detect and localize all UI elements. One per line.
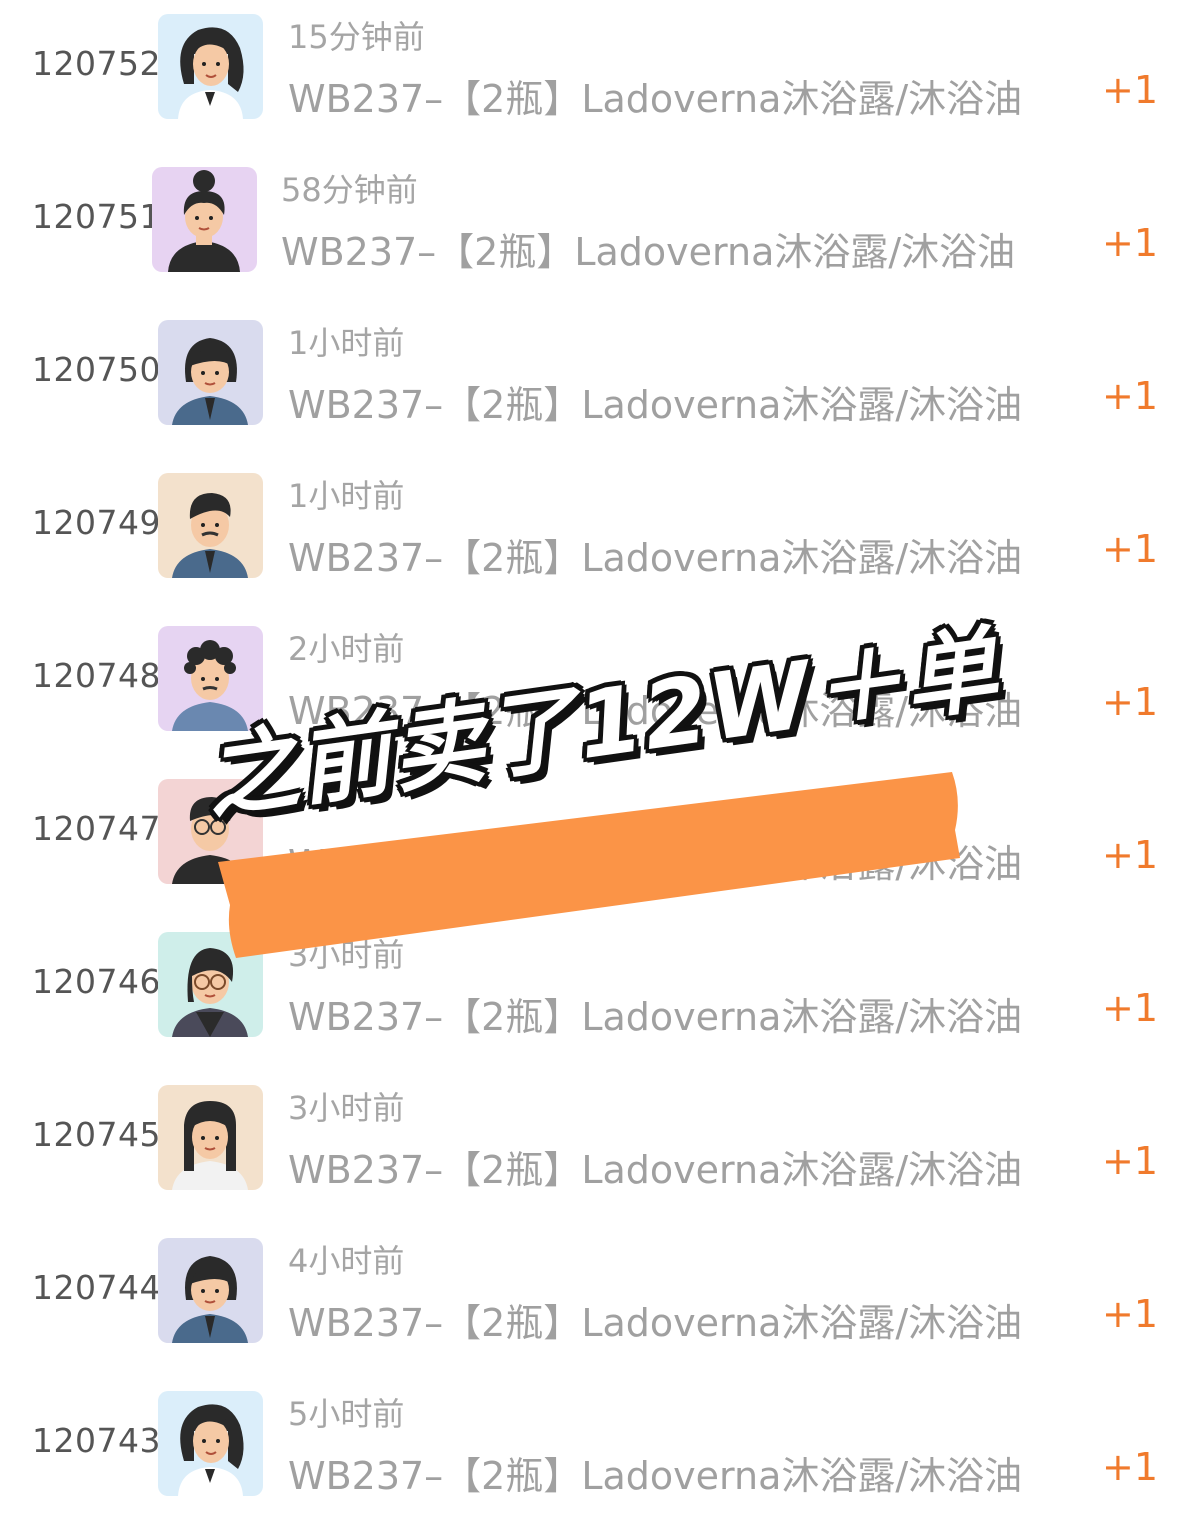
product-name: WB237–【2瓶】Ladoverna沐浴露/沐浴油 — [288, 1148, 1023, 1192]
product-name: WB237–【2瓶】Ladoverna沐浴露/沐浴油 — [288, 1454, 1023, 1498]
product-name: WB237–【2瓶】Ladoverna沐浴露/沐浴油 — [288, 536, 1023, 580]
product-name: WB237–【2瓶】Ladoverna沐浴露/沐浴油 — [288, 383, 1023, 427]
avatar-woman-long-hair-icon — [158, 1391, 263, 1496]
order-id: 120752 — [32, 44, 161, 83]
order-row[interactable]: 120749 1小时前 WB237–【2瓶】Ladoverna沐浴露/沐浴油 +… — [0, 459, 1179, 612]
quantity-plus: +1 — [1102, 833, 1159, 877]
order-id: 120743 — [32, 1421, 161, 1460]
order-id: 120751 — [32, 197, 161, 236]
order-time: 3小时前 — [288, 936, 405, 974]
order-time: 15分钟前 — [288, 18, 425, 56]
product-name: WB237–【2瓶】Ladoverna沐浴露/沐浴油 — [281, 230, 1016, 274]
order-row[interactable]: 120752 15分钟前 WB237–【2瓶】Ladoverna沐浴露/沐浴油 … — [0, 0, 1179, 153]
order-row[interactable]: 120750 1小时前 WB237–【2瓶】Ladoverna沐浴露/沐浴油 +… — [0, 306, 1179, 459]
quantity-plus: +1 — [1102, 68, 1159, 112]
product-name: WB237–【2瓶】Ladoverna沐浴露/沐浴油 — [288, 1301, 1023, 1345]
order-id: 120744 — [32, 1268, 161, 1307]
order-id: 120749 — [32, 503, 161, 542]
order-row[interactable]: 120751 58分钟前 WB237–【2瓶】Ladoverna沐浴露/沐浴油 … — [0, 153, 1179, 306]
order-time: 2小时前 — [288, 630, 405, 668]
product-name: WB237–【2瓶】Ladoverna沐浴露/沐浴油 — [288, 77, 1023, 121]
order-id: 120750 — [32, 350, 161, 389]
order-id: 120748 — [32, 656, 161, 695]
avatar-woman-long-hair-icon — [158, 14, 263, 119]
quantity-plus: +1 — [1102, 986, 1159, 1030]
order-time: 1小时前 — [288, 477, 405, 515]
quantity-plus: +1 — [1102, 1139, 1159, 1183]
order-row[interactable]: 120746 3小时前 WB237–【2瓶】Ladoverna沐浴露/沐浴油 +… — [0, 918, 1179, 1071]
order-row[interactable]: 120743 5小时前 WB237–【2瓶】Ladoverna沐浴露/沐浴油 +… — [0, 1377, 1179, 1530]
order-id: 120745 — [32, 1115, 161, 1154]
avatar-woman-bob-icon — [158, 1238, 263, 1343]
order-row[interactable]: 120748 2小时前 WB237–【2瓶】Ladoverna沐浴露/沐浴油 +… — [0, 612, 1179, 765]
product-name: WB237–【2瓶】Ladoverna沐浴露/沐浴油 — [288, 689, 1023, 733]
avatar-man-glasses-icon — [158, 779, 263, 884]
order-time: 1小时前 — [288, 324, 405, 362]
order-row[interactable]: 120747 WB237–【2瓶】Ladoverna沐浴露/沐浴油 +1 — [0, 765, 1179, 918]
product-name: WB237–【2瓶】Ladoverna沐浴露/沐浴油 — [288, 842, 1023, 886]
quantity-plus: +1 — [1102, 527, 1159, 571]
order-row[interactable]: 120745 3小时前 WB237–【2瓶】Ladoverna沐浴露/沐浴油 +… — [0, 1071, 1179, 1224]
order-time: 4小时前 — [288, 1242, 405, 1280]
order-time: 5小时前 — [288, 1395, 405, 1433]
order-time: 58分钟前 — [281, 171, 418, 209]
quantity-plus: +1 — [1102, 221, 1159, 265]
order-id: 120746 — [32, 962, 161, 1001]
quantity-plus: +1 — [1102, 1445, 1159, 1489]
quantity-plus: +1 — [1102, 374, 1159, 418]
avatar-man-curly-icon — [158, 626, 263, 731]
quantity-plus: +1 — [1102, 1292, 1159, 1336]
product-name: WB237–【2瓶】Ladoverna沐浴露/沐浴油 — [288, 995, 1023, 1039]
avatar-man-mustache-icon — [158, 473, 263, 578]
order-time: 3小时前 — [288, 1089, 405, 1127]
order-id: 120747 — [32, 809, 161, 848]
order-row[interactable]: 120744 4小时前 WB237–【2瓶】Ladoverna沐浴露/沐浴油 +… — [0, 1224, 1179, 1377]
avatar-woman-glasses-icon — [158, 932, 263, 1037]
quantity-plus: +1 — [1102, 680, 1159, 724]
avatar-woman-bun-icon — [152, 167, 257, 272]
avatar-woman-bob-icon — [158, 320, 263, 425]
avatar-woman-straight-hair-icon — [158, 1085, 263, 1190]
